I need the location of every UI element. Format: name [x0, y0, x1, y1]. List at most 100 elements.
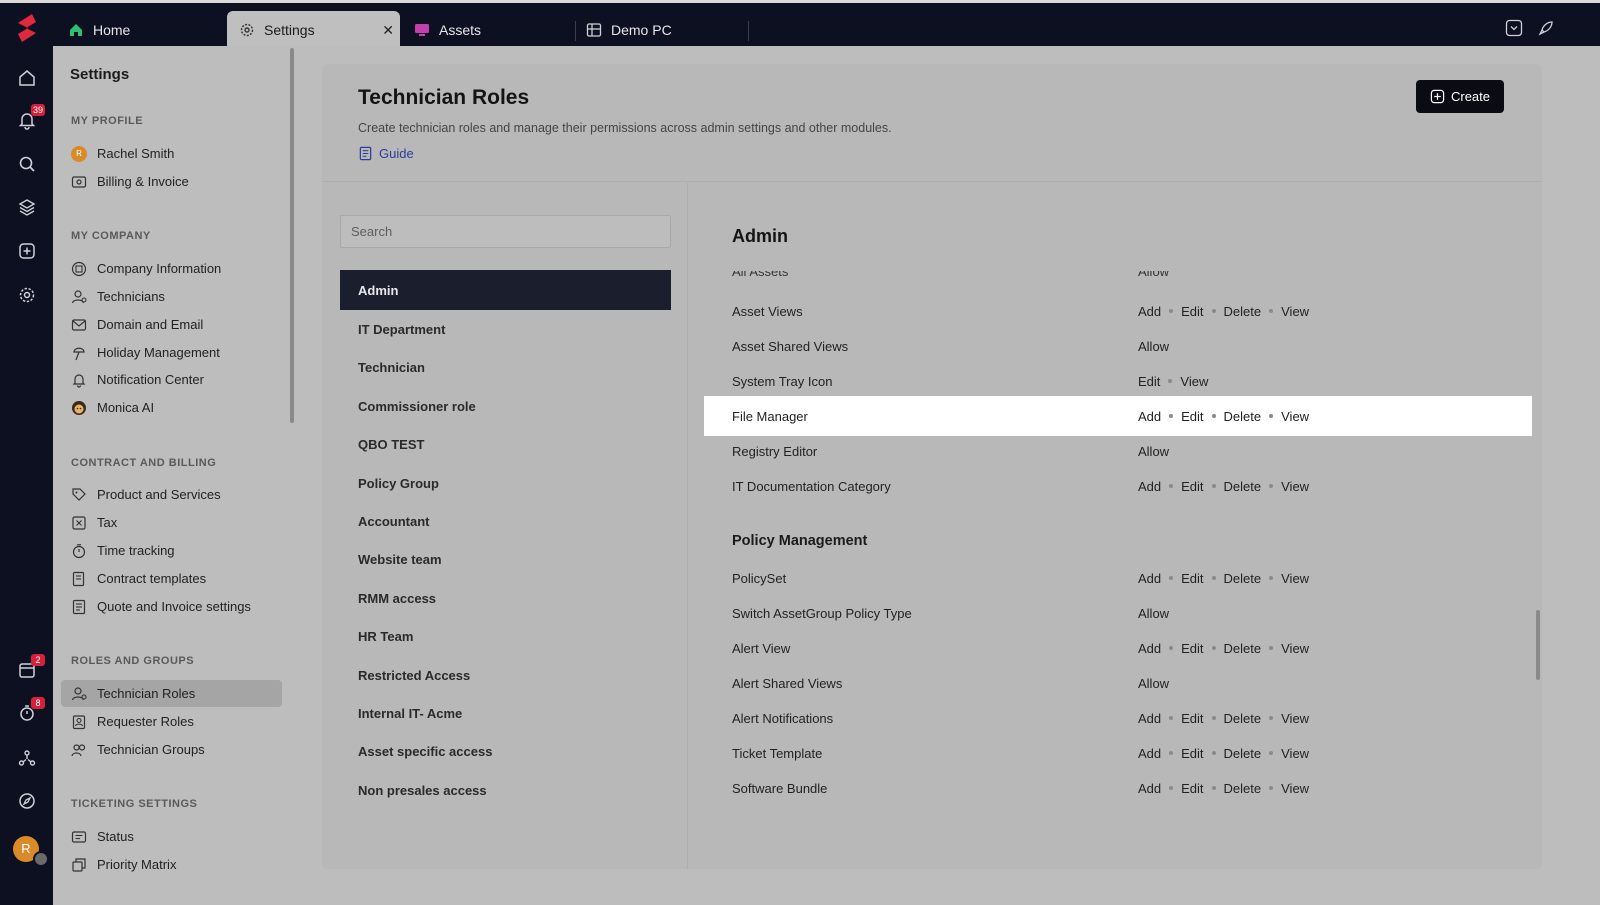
sidebar-item-tax[interactable]: Tax [61, 509, 282, 536]
permission-name: Asset Shared Views [732, 338, 849, 354]
tab-label: Assets [439, 22, 482, 38]
search-icon[interactable] [17, 154, 37, 174]
tab-home[interactable]: Home [56, 11, 226, 49]
section-roles-groups: ROLES AND GROUPS [71, 655, 195, 667]
permission-row[interactable]: Alert View Add Edit Delete View [704, 628, 1532, 668]
sidebar-scrollbar[interactable] [290, 48, 294, 423]
sidebar-item-quote-invoice[interactable]: Quote and Invoice settings [61, 593, 282, 620]
role-item[interactable]: Internal IT- Acme [340, 693, 671, 733]
workflow-icon[interactable] [17, 748, 37, 768]
permission-row[interactable]: File Manager Add Edit Delete View [704, 396, 1532, 436]
role-item[interactable]: Accountant [340, 501, 671, 541]
sidebar-item-priority-matrix[interactable]: Priority Matrix [61, 851, 282, 878]
gear-icon [240, 23, 254, 37]
sidebar-item-time-tracking[interactable]: Time tracking [61, 537, 282, 564]
layers-icon[interactable] [17, 197, 37, 217]
home-icon[interactable] [17, 68, 37, 88]
sidebar-item-label: Contract templates [97, 571, 207, 586]
permission-value: Delete [1223, 570, 1262, 586]
permission-value: View [1281, 478, 1310, 494]
role-item-admin[interactable]: Admin [340, 270, 671, 310]
permission-value: Allow [1138, 675, 1170, 691]
permission-row[interactable]: Alert Shared Views Allow [704, 663, 1532, 703]
permission-row[interactable]: Alert Notifications Add Edit Delete View [704, 698, 1532, 738]
plus-square-icon [1430, 89, 1445, 104]
tab-demo-pc[interactable]: Demo PC [574, 11, 746, 49]
sidebar-item-requester-roles[interactable]: Requester Roles [61, 708, 282, 735]
sidebar-item-rachel-smith[interactable]: R Rachel Smith [61, 140, 282, 167]
role-item[interactable]: Technician [340, 347, 671, 387]
role-item[interactable]: RMM access [340, 578, 671, 618]
role-item[interactable]: IT Department [340, 309, 671, 349]
role-item[interactable]: Policy Group [340, 463, 671, 503]
holiday-icon [73, 347, 85, 360]
sidebar-item-monica-ai[interactable]: Monica AI [61, 394, 282, 421]
sidebar-item-holiday[interactable]: Holiday Management [61, 339, 282, 366]
sidebar-item-notification-center[interactable]: Notification Center [61, 366, 282, 393]
sidebar-item-billing[interactable]: Billing & Invoice [61, 168, 282, 195]
separator-dot [1269, 309, 1274, 313]
permission-values: Allow [1138, 444, 1169, 459]
permission-row[interactable]: Registry Editor Allow [704, 431, 1532, 471]
role-item[interactable]: HR Team [340, 616, 671, 656]
sidebar-item-product-services[interactable]: Product and Services [61, 481, 282, 508]
role-item[interactable]: Commissioner role [340, 386, 671, 426]
permissions-scrollbar[interactable] [1536, 610, 1540, 680]
sidebar-item-technician-roles[interactable]: Technician Roles [61, 680, 282, 707]
permission-values: Add Edit Delete View [1138, 781, 1309, 796]
permission-values: Allow [1138, 339, 1169, 354]
role-item[interactable]: Restricted Access [340, 655, 671, 695]
sidebar-item-label: Technician Roles [97, 686, 196, 701]
sidebar-item-status[interactable]: Status [61, 823, 282, 850]
sidebar-item-label: Holiday Management [97, 345, 220, 360]
tab-assets[interactable]: Assets [402, 11, 572, 49]
tab-settings[interactable]: Settings ✕ [227, 11, 400, 49]
guide-link[interactable]: Guide [358, 146, 414, 161]
sidebar-item-domain-email[interactable]: Domain and Email [61, 311, 282, 338]
rocket-icon[interactable] [1537, 19, 1555, 37]
sidebar-item-contract-templates[interactable]: Contract templates [61, 565, 282, 592]
role-search-input[interactable] [340, 215, 671, 248]
sidebar-item-label: Notification Center [97, 372, 204, 387]
dropdown-toggle-icon[interactable] [1505, 19, 1523, 37]
avatar-icon: R [71, 145, 87, 162]
separator-dot [1269, 484, 1274, 488]
permission-name: Switch AssetGroup Policy Type [732, 605, 912, 621]
role-item[interactable]: Non presales access [340, 770, 671, 810]
permission-row[interactable]: Ticket Template Add Edit Delete View [704, 733, 1532, 773]
monica-icon [72, 400, 86, 415]
role-item[interactable]: Asset specific access [340, 731, 671, 771]
section-ticketing-settings: TICKETING SETTINGS [71, 798, 198, 810]
permission-value: Edit [1181, 745, 1204, 761]
sidebar-item-label: Tax [97, 515, 118, 530]
permission-row[interactable]: Switch AssetGroup Policy Type Allow [704, 593, 1532, 633]
notification-badge: 39 [31, 104, 46, 116]
technician-roles-card: Technician Roles Create technician roles… [322, 64, 1542, 869]
permission-value: Add [1138, 408, 1162, 424]
permission-row[interactable]: Asset Views Add Edit Delete View [704, 291, 1532, 331]
role-item[interactable]: QBO TEST [340, 424, 671, 464]
create-button[interactable]: Create [1416, 80, 1504, 113]
sidebar-item-company-information[interactable]: Company Information [61, 255, 282, 282]
permission-row[interactable]: PolicySet Add Edit Delete View [704, 558, 1532, 598]
app-logo-icon[interactable] [10, 11, 44, 45]
permission-value: View [1281, 570, 1310, 586]
permission-values: Add Edit Delete View [1138, 304, 1309, 319]
compass-icon[interactable] [17, 791, 37, 811]
sidebar-item-technicians[interactable]: Technicians [61, 283, 282, 310]
permission-row[interactable]: Software Bundle Add Edit Delete View [704, 768, 1532, 808]
permission-row[interactable]: IT Documentation Category Add Edit Delete Vi… [704, 466, 1532, 506]
settings-icon[interactable] [17, 285, 37, 305]
sidebar-item-technician-groups[interactable]: Technician Groups [61, 736, 282, 763]
role-item[interactable]: Website team [340, 539, 671, 579]
close-tab-icon[interactable]: ✕ [382, 22, 394, 39]
permission-row[interactable]: Asset Shared Views Allow [704, 326, 1532, 366]
permission-name: File Manager [732, 408, 808, 424]
page-description: Create technician roles and manage their… [358, 121, 892, 135]
separator-dot [1169, 751, 1174, 755]
add-icon[interactable] [17, 241, 37, 261]
permission-values: Allow [1138, 606, 1169, 621]
tax-icon [72, 515, 86, 530]
separator-dot [1211, 576, 1216, 580]
permission-row[interactable]: System Tray Icon Edit View [704, 361, 1532, 401]
